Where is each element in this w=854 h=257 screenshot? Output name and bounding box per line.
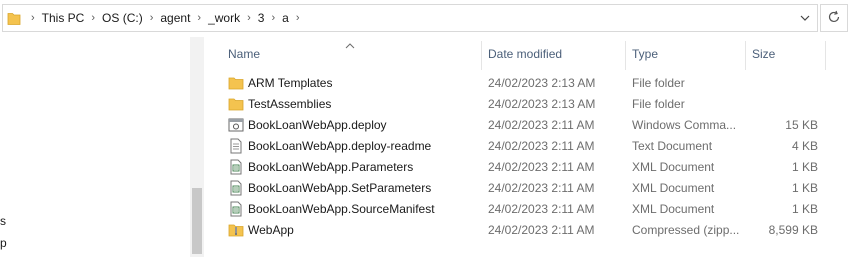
file-date: 24/02/2023 2:11 AM: [488, 202, 595, 216]
file-name: BookLoanWebApp.Parameters: [248, 160, 414, 174]
file-name: TestAssemblies: [248, 97, 332, 111]
file-type: Windows Comma...: [632, 118, 737, 132]
address-bar: › This PC › OS (C:) › agent › _work › 3 …: [0, 0, 854, 37]
chevron-right-icon[interactable]: ›: [91, 12, 95, 24]
folder-icon: [228, 75, 244, 91]
chevron-right-icon[interactable]: ›: [296, 12, 300, 24]
chevron-right-icon[interactable]: ›: [150, 12, 154, 24]
file-size: 15 KB: [785, 118, 818, 132]
nav-item-fragment[interactable]: p: [0, 236, 7, 250]
file-date: 24/02/2023 2:13 AM: [488, 76, 596, 90]
list-item[interactable]: TestAssemblies 24/02/2023 2:13 AM File f…: [205, 93, 825, 114]
list-item[interactable]: WebApp 24/02/2023 2:11 AM Compressed (zi…: [205, 219, 825, 240]
file-type: XML Document: [632, 160, 715, 174]
column-divider[interactable]: [825, 41, 826, 70]
navigation-pane: s p: [0, 37, 190, 257]
xml-document-icon: [228, 180, 244, 196]
column-divider[interactable]: [745, 41, 746, 70]
file-size: 1 KB: [791, 160, 818, 174]
folder-icon: [7, 11, 21, 29]
column-divider[interactable]: [625, 41, 626, 70]
file-name: BookLoanWebApp.deploy-readme: [248, 139, 432, 153]
file-size: 1 KB: [791, 202, 818, 216]
list-item[interactable]: BookLoanWebApp.Parameters 24/02/2023 2:1…: [205, 156, 825, 177]
list-item[interactable]: BookLoanWebApp.deploy-readme 24/02/2023 …: [205, 135, 825, 156]
xml-document-icon: [228, 159, 244, 175]
file-date: 24/02/2023 2:13 AM: [488, 97, 596, 111]
column-header-type[interactable]: Type: [632, 47, 658, 61]
file-size: 4 KB: [791, 139, 818, 153]
breadcrumb-item[interactable]: _work: [207, 11, 241, 25]
file-date: 24/02/2023 2:11 AM: [488, 223, 595, 237]
breadcrumb-item[interactable]: OS (C:): [101, 11, 144, 25]
chevron-down-icon[interactable]: [799, 12, 811, 24]
file-name: BookLoanWebApp.deploy: [248, 118, 387, 132]
file-date: 24/02/2023 2:11 AM: [488, 181, 595, 195]
sort-ascending-icon: [345, 38, 355, 49]
list-item[interactable]: BookLoanWebApp.SourceManifest 24/02/2023…: [205, 198, 825, 219]
file-type: XML Document: [632, 181, 715, 195]
file-date: 24/02/2023 2:11 AM: [488, 160, 595, 174]
column-header-size[interactable]: Size: [752, 47, 775, 61]
refresh-button[interactable]: [820, 4, 848, 32]
file-size: 8,599 KB: [768, 223, 818, 237]
chevron-right-icon[interactable]: ›: [31, 12, 35, 24]
column-header-name[interactable]: Name: [228, 47, 260, 61]
breadcrumb: › This PC › OS (C:) › agent › _work › 3 …: [25, 5, 305, 31]
file-date: 24/02/2023 2:11 AM: [488, 118, 595, 132]
cmd-file-icon: [228, 117, 244, 133]
xml-document-icon: [228, 201, 244, 217]
chevron-right-icon[interactable]: ›: [197, 12, 201, 24]
chevron-right-icon[interactable]: ›: [271, 12, 275, 24]
breadcrumb-item[interactable]: This PC: [41, 11, 86, 25]
nav-item-fragment[interactable]: s: [0, 214, 6, 228]
zip-folder-icon: [228, 222, 244, 238]
chevron-right-icon[interactable]: ›: [247, 12, 251, 24]
file-type: File folder: [632, 76, 685, 90]
breadcrumb-item[interactable]: 3: [257, 11, 266, 25]
file-type: Text Document: [632, 139, 713, 153]
file-name: BookLoanWebApp.SourceManifest: [248, 202, 435, 216]
scrollbar-thumb[interactable]: [192, 188, 202, 254]
list-item[interactable]: ARM Templates 24/02/2023 2:13 AM File fo…: [205, 72, 825, 93]
breadcrumb-item[interactable]: agent: [159, 11, 191, 25]
file-name: WebApp: [248, 223, 294, 237]
list-item[interactable]: BookLoanWebApp.SetParameters 24/02/2023 …: [205, 177, 825, 198]
list-item[interactable]: BookLoanWebApp.deploy 24/02/2023 2:11 AM…: [205, 114, 825, 135]
file-type: Compressed (zipp...: [632, 223, 740, 237]
file-type: XML Document: [632, 202, 715, 216]
file-size: 1 KB: [791, 181, 818, 195]
file-name: BookLoanWebApp.SetParameters: [248, 181, 432, 195]
column-header-date-modified[interactable]: Date modified: [488, 47, 562, 61]
breadcrumb-item[interactable]: a: [281, 11, 290, 25]
folder-icon: [228, 96, 244, 112]
refresh-icon: [827, 10, 841, 27]
file-name: ARM Templates: [248, 76, 333, 90]
file-type: File folder: [632, 97, 685, 111]
address-box[interactable]: › This PC › OS (C:) › agent › _work › 3 …: [2, 4, 818, 32]
text-document-icon: [228, 138, 244, 154]
file-date: 24/02/2023 2:11 AM: [488, 139, 595, 153]
column-divider[interactable]: [481, 41, 482, 70]
